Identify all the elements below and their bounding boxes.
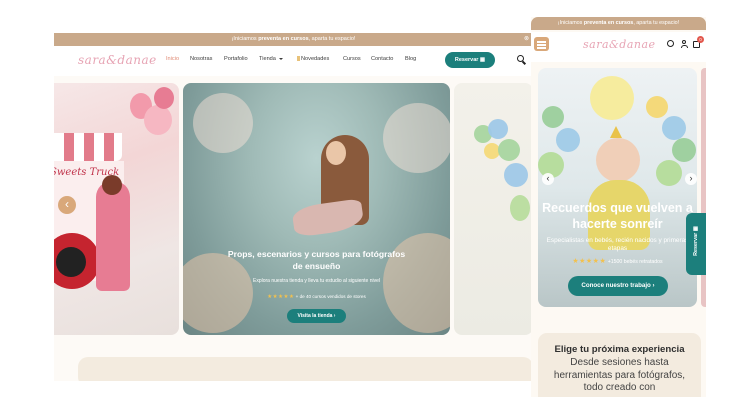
coral-decoration [383,103,450,173]
nav-novedades-label: Novedades [301,56,330,62]
menu-icon[interactable] [534,37,549,51]
nav-cursos[interactable]: Cursos [343,56,361,62]
reservar-tab-label: Reservar ▦ [693,226,699,256]
chevron-right-icon[interactable]: › [685,173,697,185]
slide-sweets-truck[interactable]: Sweets Truck ‹ [54,83,179,335]
star-rating-icon: ★★★★★ [267,294,295,300]
coral-decoration [193,93,253,153]
conoce-trabajo-button[interactable]: Conoce nuestro trabajo › [568,276,668,296]
awning-decoration [54,133,122,161]
nav-novedades[interactable]: Novedades [297,56,329,62]
mobile-preview: ¡Iniciamos preventa en cursos, aparta tu… [531,17,706,397]
slide-props[interactable]: Props, escenarios y cursos para fotógraf… [183,83,450,335]
balloon-decoration [542,106,564,128]
visit-store-button[interactable]: Visita la tienda › [287,309,346,323]
star-rating-icon: ★★★★★ [572,258,607,265]
slide-title: Props, escenarios y cursos para fotógraf… [227,249,406,271]
promo-prefix: ¡Iniciamos [231,36,259,42]
chevron-left-icon[interactable]: ‹ [542,173,554,185]
rating-text: +1500 bebés retratados [607,259,663,265]
balloon-decoration [144,105,172,135]
balloon-decoration [556,128,580,152]
balloon-decoration [656,160,682,186]
mobile-promo-bar: ¡Iniciamos preventa en cursos, aparta tu… [531,17,706,30]
mobile-hero-slide[interactable]: ‹ › Recuerdos que vuelven a hacerte sonr… [538,68,697,307]
nav-nosotras[interactable]: Nosotras [190,56,212,62]
balloon-decoration [488,119,508,139]
slide-balloons[interactable] [454,83,533,335]
hero-title: Recuerdos que vuelven a hacerte sonreír [542,201,693,231]
desktop-preview: ¡Iniciamos preventa en cursos, aparta tu… [54,33,533,381]
coral-decoration [383,233,450,333]
baby-figure [596,138,640,182]
rating-text: + de 40 cursos vendidos de stores [295,294,366,299]
hero-subtitle: Especialistas en bebés, recién nacidos y… [546,237,689,252]
balloon-decoration [154,87,174,109]
balloon-decoration [646,96,668,118]
nav-contacto[interactable]: Contacto [371,56,393,62]
nav-tienda-label: Tienda [259,56,276,62]
search-icon[interactable] [517,55,524,62]
child-figure [96,181,130,291]
hero-slider: Sweets Truck ‹ Props, escenarios y curso… [54,83,533,335]
user-icon[interactable] [680,40,688,48]
nav-blog[interactable]: Blog [405,56,416,62]
balloon-decoration [590,76,634,120]
card-title: Elige tu próxima experiencia [554,344,685,355]
mobile-header: sara&danae 0 [531,32,706,62]
nav-inicio[interactable]: Inicio [166,56,179,62]
chevron-left-icon[interactable]: ‹ [58,196,76,214]
mermaid-tail [291,198,365,238]
experience-card: Elige tu próxima experiencia Desde sesio… [538,333,701,397]
logo[interactable]: sara&danae [78,53,157,67]
promo-prefix: ¡Iniciamos [557,20,584,26]
main-nav: sara&danae Inicio Nosotras Portafolio Ti… [54,46,533,76]
promo-bar: ¡Iniciamos preventa en cursos, aparta tu… [54,33,533,46]
nav-tienda[interactable]: Tienda [259,56,283,62]
promo-bold: preventa en cursos [583,20,634,26]
promo-bold: preventa en cursos [258,36,309,42]
slide-subtitle: Explora nuestra tienda y lleva tu estudi… [252,278,381,284]
chevron-down-icon [278,57,283,60]
mermaid-face [326,141,346,165]
menu-line [537,47,546,49]
promo-suffix: , aparta tu espacio! [308,36,356,42]
sparkle-icon [297,56,300,62]
nav-portafolio[interactable]: Portafolio [224,56,248,62]
promo-suffix: , aparta tu espacio! [633,20,680,26]
menu-line [537,41,546,43]
slide-rating: ★★★★★ + de 40 cursos vendidos de stores [255,294,378,300]
reservar-button[interactable]: Reservar ▦ [445,52,495,68]
hero-rating: ★★★★★ +1500 bebés retratados [544,257,691,265]
close-icon[interactable]: ⊗ [524,33,529,46]
logo[interactable]: sara&danae [583,38,656,51]
cart-count-badge: 0 [697,36,704,43]
wheel-decoration [56,247,86,277]
balloon-decoration [510,195,530,221]
balloon-decoration [498,139,520,161]
section-banner [78,357,533,381]
reservar-side-tab[interactable]: Reservar ▦ [686,213,706,275]
balloon-decoration [504,163,528,187]
balloon-decoration [662,116,686,140]
balloon-decoration [672,138,696,162]
menu-line [537,44,546,46]
child-head [102,175,122,195]
party-hat-decoration [610,126,622,138]
search-icon[interactable] [667,40,674,47]
card-text: Desde sesiones hasta herramientas para f… [553,357,686,393]
